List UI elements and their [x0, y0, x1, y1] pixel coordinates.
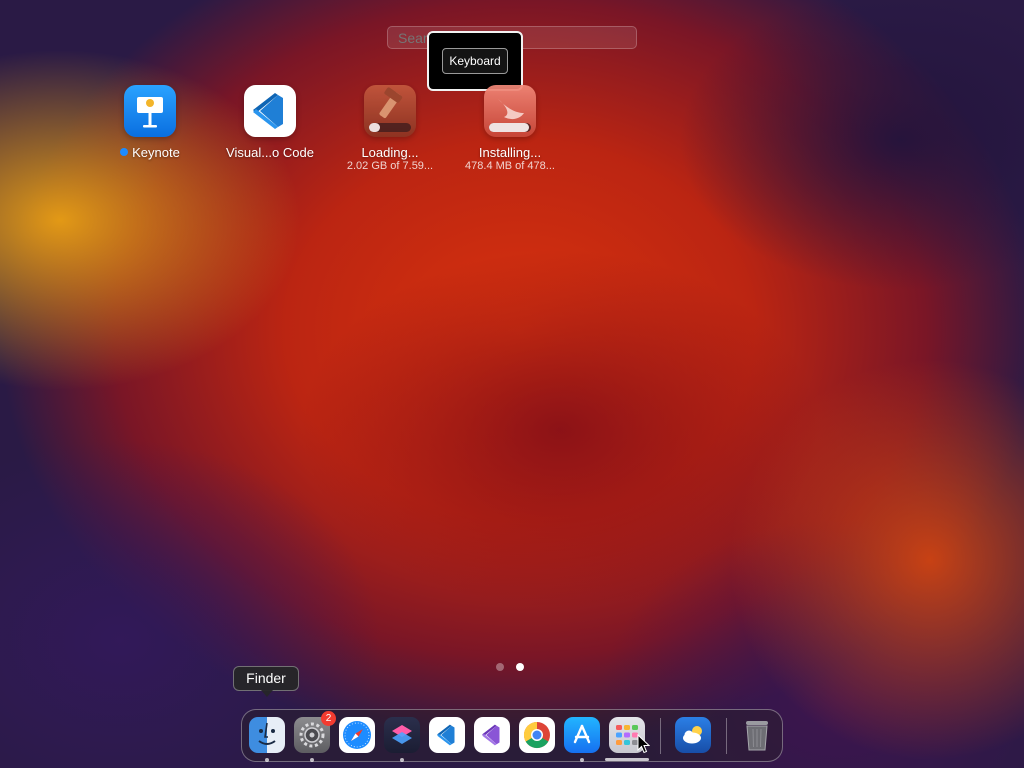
- keynote-icon: [124, 85, 176, 137]
- keyboard-tooltip-label: Keyboard: [442, 48, 508, 74]
- keyboard-tooltip: Keyboard: [427, 31, 523, 91]
- finder-icon: [258, 722, 276, 745]
- download-progress-fill: [369, 123, 381, 132]
- active-app-indicator: [605, 758, 649, 761]
- app-name: Keynote: [132, 145, 180, 160]
- dock-safari[interactable]: [339, 717, 375, 753]
- app-store-icon: [573, 724, 591, 744]
- swift-playgrounds-icon: [484, 85, 536, 137]
- app-keynote[interactable]: Keynote: [90, 85, 210, 160]
- dock-app-store[interactable]: [564, 717, 600, 753]
- dock-trash[interactable]: [739, 717, 775, 753]
- vscode-icon: [244, 85, 296, 137]
- dock-chrome[interactable]: [519, 717, 555, 753]
- app-name: Installing...: [478, 145, 542, 160]
- install-progress-bar: [489, 123, 531, 132]
- weather-cloud-icon: [683, 726, 702, 744]
- running-indicator: [580, 758, 584, 762]
- install-progress-fill: [489, 123, 529, 132]
- dock-finder[interactable]: [249, 717, 285, 753]
- shortcuts-icon: [392, 725, 412, 744]
- settings-gear-icon: [299, 722, 325, 748]
- page-dot-2[interactable]: [516, 663, 524, 671]
- app-vscode[interactable]: Visual...o Code: [210, 85, 330, 160]
- app-installing[interactable]: Installing... 478.4 MB of 478...: [450, 85, 570, 172]
- compass-icon: [343, 721, 371, 749]
- chrome-icon: [523, 721, 550, 749]
- dock-weather[interactable]: [675, 717, 711, 753]
- running-indicator: [265, 758, 269, 762]
- new-app-dot: [120, 148, 129, 156]
- app-name: Loading...: [361, 145, 419, 160]
- app-status: 478.4 MB of 478...: [465, 160, 555, 172]
- page-dot-1[interactable]: [496, 663, 504, 671]
- dock: 2: [241, 709, 783, 762]
- page-indicator: [496, 663, 524, 671]
- trash-icon: [746, 721, 768, 751]
- running-indicator: [310, 758, 314, 762]
- notification-badge: 2: [321, 711, 336, 726]
- app-loading[interactable]: Loading... 2.02 GB of 7.59...: [330, 85, 450, 172]
- vscode-icon: [437, 724, 455, 746]
- dock-separator: [660, 718, 661, 754]
- running-indicator: [400, 758, 404, 762]
- dock-visual-studio[interactable]: [474, 717, 510, 753]
- dock-tooltip: Finder: [233, 666, 299, 697]
- visual-studio-icon: [482, 724, 500, 746]
- app-name: Visual...o Code: [226, 145, 314, 160]
- app-status: 2.02 GB of 7.59...: [346, 160, 434, 172]
- dock-separator: [726, 718, 727, 754]
- dock-vscode[interactable]: [429, 717, 465, 753]
- xcode-hammer-icon: [364, 85, 416, 137]
- dock-system-settings[interactable]: 2: [294, 711, 336, 753]
- download-progress-bar: [369, 123, 411, 132]
- dock-shortcuts[interactable]: [384, 717, 420, 753]
- mouse-cursor-icon: [637, 734, 650, 754]
